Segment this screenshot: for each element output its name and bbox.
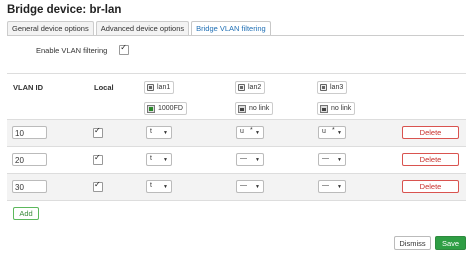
chevron-down-icon: ▼ [337,184,342,190]
vlan-table: VLAN ID Local lan1 lan2 lan3 1000FD no l… [7,73,466,201]
no-link-icon [238,104,246,113]
modal-title: Bridge device: br-lan [7,4,122,16]
delete-button[interactable]: Delete [402,153,459,166]
select-value: u [322,128,326,135]
select-value: u [240,128,244,135]
tab-bar: General device options Advanced device o… [7,21,273,36]
local-header: Local [94,83,114,92]
chevron-down-icon: ▼ [163,157,168,163]
chevron-down-icon: ▼ [337,130,342,136]
select-value: t [150,182,152,189]
vlan-id-input[interactable]: 10 [12,126,47,139]
add-vlan-button[interactable]: Add [13,207,39,220]
table-row: 10 t ▼ u * ▼ u * ▼ Delete [7,120,466,147]
save-button[interactable]: Save [435,236,466,250]
select-value: t [150,128,152,135]
lan1-membership-select[interactable]: t ▼ [146,153,172,166]
port-lan2-header: lan2 [235,81,266,94]
port-name: lan1 [157,84,171,91]
port-lan3-status: no link [317,102,356,115]
table-header-row: VLAN ID Local lan1 lan2 lan3 [7,74,466,98]
port-name: lan2 [248,84,262,91]
port-name: lan3 [330,84,344,91]
tab-general-device-options[interactable]: General device options [7,21,94,35]
lan2-membership-select[interactable]: — ▼ [236,153,264,166]
vlan-filtering-checkbox[interactable] [119,43,130,55]
tab-advanced-device-options[interactable]: Advanced device options [95,21,190,35]
status-text: 1000FD [158,105,183,112]
status-text: no link [249,105,270,112]
vlan-id-header: VLAN ID [13,83,43,92]
select-value: — [240,182,247,189]
port-icon [238,84,245,91]
vlan-filtering-option: Enable VLAN filtering [36,43,130,55]
lan3-membership-select[interactable]: u * ▼ [318,126,346,139]
select-value: t [150,155,152,162]
delete-button[interactable]: Delete [402,126,459,139]
select-value: — [240,155,247,162]
chevron-down-icon: ▼ [255,130,260,136]
lan2-membership-select[interactable]: u * ▼ [236,126,264,139]
port-lan1-status: 1000FD [144,102,187,115]
chevron-down-icon: ▼ [255,184,260,190]
lan1-membership-select[interactable]: t ▼ [146,126,172,139]
chevron-down-icon: ▼ [337,157,342,163]
chevron-down-icon: ▼ [255,157,260,163]
port-lan2-status: no link [235,102,274,115]
status-text: no link [331,105,352,112]
lan1-membership-select[interactable]: t ▼ [146,180,172,193]
chevron-down-icon: ▼ [163,184,168,190]
dismiss-button[interactable]: Dismiss [394,236,431,250]
tab-bridge-vlan-filtering[interactable]: Bridge VLAN filtering [191,21,271,36]
local-checkbox[interactable] [93,153,103,165]
port-lan3-header: lan3 [317,81,348,94]
port-icon [147,84,154,91]
lan3-membership-select[interactable]: — ▼ [318,153,346,166]
port-icon [320,84,327,91]
port-status-row: 1000FD no link no link [7,98,466,120]
select-value: — [322,182,329,189]
pvid-flag: * [250,127,253,134]
local-checkbox[interactable] [93,180,103,192]
pvid-flag: * [332,127,335,134]
no-link-icon [320,104,328,113]
lan2-membership-select[interactable]: — ▼ [236,180,264,193]
lan3-membership-select[interactable]: — ▼ [318,180,346,193]
vlan-filtering-label: Enable VLAN filtering [36,45,108,55]
select-value: — [322,155,329,162]
delete-button[interactable]: Delete [402,180,459,193]
vlan-id-input[interactable]: 30 [12,180,47,193]
local-checkbox[interactable] [93,126,103,138]
chevron-down-icon: ▼ [163,130,168,136]
table-row: 20 t ▼ — ▼ — ▼ Delete [7,147,466,174]
link-up-icon [147,104,155,113]
table-row: 30 t ▼ — ▼ — ▼ Delete [7,174,466,201]
port-lan1-header: lan1 [144,81,175,94]
tab-divider [7,35,464,36]
vlan-id-input[interactable]: 20 [12,153,47,166]
